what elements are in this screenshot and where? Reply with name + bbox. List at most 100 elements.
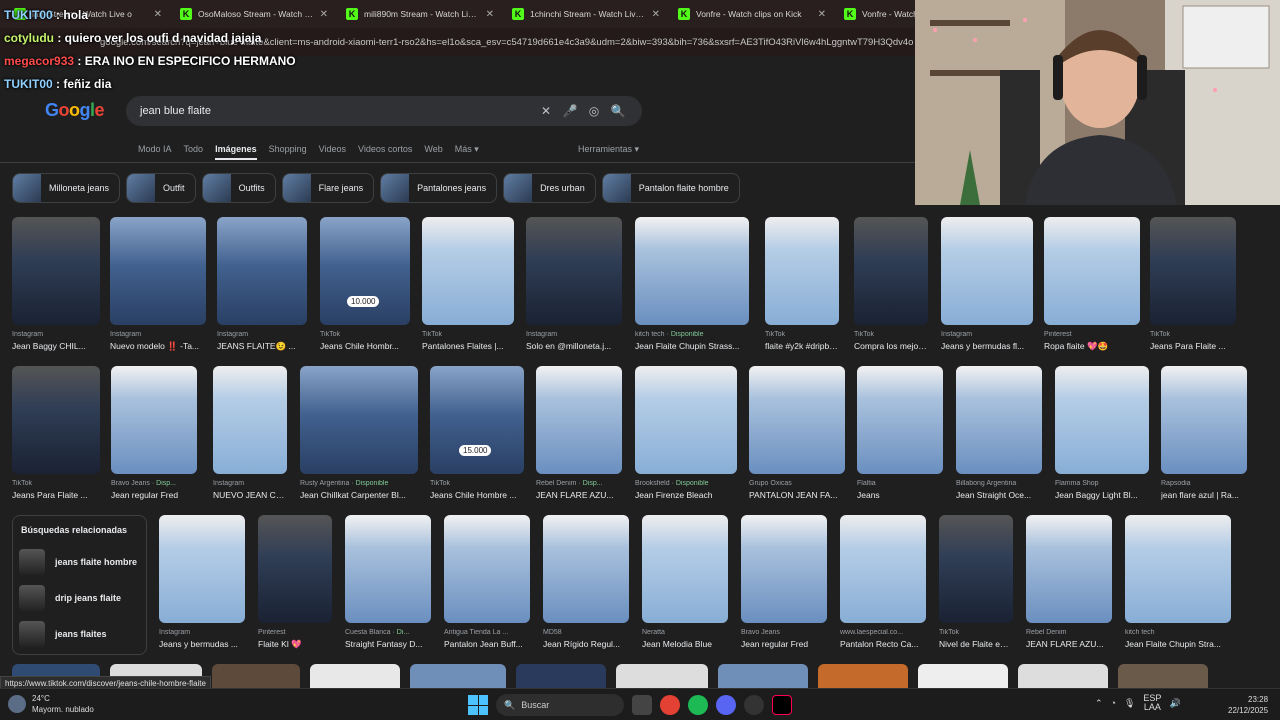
image-result[interactable]: Flaltia Jeans bbox=[857, 366, 943, 506]
image-result[interactable]: Rebel Denim · Disp... JEAN FLARE AZU... bbox=[536, 366, 622, 506]
start-button[interactable] bbox=[468, 695, 488, 715]
result-thumbnail[interactable] bbox=[1161, 366, 1247, 474]
image-result[interactable]: Instagram Solo en @milloneta.j... bbox=[526, 217, 622, 357]
tiktok-icon[interactable] bbox=[772, 695, 792, 715]
result-thumbnail[interactable] bbox=[956, 366, 1042, 474]
close-icon[interactable]: ✕ bbox=[652, 9, 660, 20]
image-result[interactable]: 10.000 TikTok Jeans Chile Hombr... bbox=[320, 217, 410, 357]
result-thumbnail[interactable] bbox=[543, 515, 629, 623]
image-result[interactable]: 15.000 TikTok Jeans Chile Hombre ... bbox=[430, 366, 524, 506]
result-thumbnail[interactable] bbox=[444, 515, 530, 623]
image-result[interactable]: Pinterest Ropa flaite 💖🤩 bbox=[1044, 217, 1140, 357]
image-result[interactable]: Cuesta Blanca · Di... Straight Fantasy D.… bbox=[345, 515, 431, 655]
weather-widget[interactable]: 24°C Mayorm. nublado bbox=[8, 693, 94, 715]
lang-indicator[interactable]: ESP LAA bbox=[1143, 694, 1161, 712]
image-result[interactable]: kitch tech Jean Flaite Chupin Stra... bbox=[1125, 515, 1231, 655]
nav-tab[interactable]: Shopping bbox=[269, 144, 307, 160]
suggestion-chip[interactable]: Flare jeans bbox=[281, 173, 375, 203]
related-search-item[interactable]: drip jeans flaite bbox=[13, 580, 146, 616]
image-result[interactable]: Instagram Jeans y bermudas ... bbox=[159, 515, 245, 655]
image-result[interactable]: Neratta Jean Melodia Blue bbox=[642, 515, 728, 655]
result-thumbnail[interactable] bbox=[213, 366, 287, 474]
tools-button[interactable]: Herramientas ▾ bbox=[578, 144, 639, 155]
mic-tray-icon[interactable]: 🎙 bbox=[1124, 698, 1135, 709]
image-result[interactable]: TikTok flaite #y2k #dripbol... bbox=[765, 217, 839, 357]
result-thumbnail[interactable] bbox=[941, 217, 1033, 325]
result-thumbnail[interactable] bbox=[110, 217, 206, 325]
suggestion-chip[interactable]: Pantalones jeans bbox=[380, 173, 498, 203]
discord-icon[interactable] bbox=[716, 695, 736, 715]
result-thumbnail[interactable] bbox=[320, 217, 410, 325]
result-thumbnail[interactable] bbox=[526, 217, 622, 325]
image-result[interactable]: Grupo Oxicas PANTALON JEAN FA... bbox=[749, 366, 845, 506]
image-result[interactable]: TikTok Jeans Para Flaite ... bbox=[12, 366, 100, 506]
result-thumbnail[interactable] bbox=[642, 515, 728, 623]
image-result[interactable]: TikTok Compra los mejore... bbox=[854, 217, 928, 357]
result-thumbnail[interactable] bbox=[12, 217, 100, 325]
clear-icon[interactable]: ✕ bbox=[536, 104, 556, 118]
mic-icon[interactable]: 🎤 bbox=[560, 104, 580, 118]
result-thumbnail[interactable] bbox=[159, 515, 245, 623]
related-search-item[interactable]: jeans flaites bbox=[13, 616, 146, 652]
result-thumbnail[interactable] bbox=[536, 366, 622, 474]
nav-tab[interactable]: Más ▾ bbox=[455, 144, 479, 160]
lens-icon[interactable]: ◎ bbox=[584, 104, 604, 118]
suggestion-chip[interactable]: Outfits bbox=[201, 173, 276, 203]
image-result[interactable]: Instagram NUEVO JEAN CA... bbox=[213, 366, 287, 506]
related-search-item[interactable]: jeans flaite hombre bbox=[13, 544, 146, 580]
result-thumbnail[interactable] bbox=[1044, 217, 1140, 325]
nav-tab[interactable]: Modo IA bbox=[138, 144, 172, 160]
result-thumbnail[interactable] bbox=[345, 515, 431, 623]
suggestion-chip[interactable]: Dres urban bbox=[503, 173, 596, 203]
clock[interactable]: 23:28 22/12/2025 bbox=[1228, 694, 1268, 716]
nav-tab[interactable]: Videos cortos bbox=[358, 144, 412, 160]
close-icon[interactable]: ✕ bbox=[486, 9, 494, 20]
image-result[interactable]: Billabong Argentina Jean Straight Oce... bbox=[956, 366, 1042, 506]
image-result[interactable]: Bravo Jeans · Disp... Jean regular Fred bbox=[111, 366, 197, 506]
browser-tab[interactable]: K Vonfre - Watch clips on Kick ✕ bbox=[670, 2, 834, 26]
image-result[interactable]: TikTok Jeans Para Flaite ... bbox=[1150, 217, 1236, 357]
browser-tab[interactable]: K 1chinchi Stream - Watch Live o ✕ bbox=[504, 2, 668, 26]
result-thumbnail[interactable] bbox=[840, 515, 926, 623]
spotify-icon[interactable] bbox=[688, 695, 708, 715]
google-logo[interactable]: Google bbox=[45, 100, 105, 121]
image-result[interactable]: Brooksfield · Disponible Jean Firenze Ble… bbox=[635, 366, 737, 506]
result-thumbnail[interactable] bbox=[111, 366, 197, 474]
result-thumbnail[interactable] bbox=[749, 366, 845, 474]
result-thumbnail[interactable] bbox=[300, 366, 418, 474]
result-thumbnail[interactable] bbox=[857, 366, 943, 474]
result-thumbnail[interactable] bbox=[1055, 366, 1149, 474]
image-result[interactable]: Rusty Argentina · Disponible Jean Chillka… bbox=[300, 366, 418, 506]
image-result[interactable]: Bravo Jeans Jean regular Fred bbox=[741, 515, 827, 655]
image-result[interactable]: Instagram Jean Baggy CHIL... bbox=[12, 217, 100, 357]
result-thumbnail[interactable] bbox=[765, 217, 839, 325]
result-thumbnail[interactable] bbox=[635, 217, 749, 325]
image-result[interactable]: Flamma Shop Jean Baggy Light Bl... bbox=[1055, 366, 1149, 506]
search-box[interactable]: jean blue flaite ✕ 🎤 ◎ 🔍 bbox=[126, 96, 642, 126]
image-result[interactable]: www.laespecial.co... Pantalon Recto Ca... bbox=[840, 515, 926, 655]
result-thumbnail[interactable] bbox=[258, 515, 332, 623]
result-thumbnail[interactable] bbox=[939, 515, 1013, 623]
image-result[interactable]: kitch tech · Disponible Jean Flaite Chupi… bbox=[635, 217, 749, 357]
close-icon[interactable]: ✕ bbox=[818, 9, 826, 20]
image-result[interactable]: TikTok Nivel de Flaite en ... bbox=[939, 515, 1013, 655]
suggestion-chip[interactable]: Milloneta jeans bbox=[12, 173, 121, 203]
suggestion-chip[interactable]: Outfit bbox=[126, 173, 196, 203]
result-thumbnail[interactable] bbox=[1026, 515, 1112, 623]
nav-tab[interactable]: Web bbox=[424, 144, 442, 160]
chevron-up-icon[interactable]: ⌃ bbox=[1095, 698, 1103, 709]
chrome-icon[interactable] bbox=[660, 695, 680, 715]
image-result[interactable]: Instagram Nuevo modelo ‼️ -Ta... bbox=[110, 217, 206, 357]
search-query[interactable]: jean blue flaite bbox=[140, 105, 532, 117]
image-result[interactable]: Antigua Tienda La ... Pantalon Jean Buff.… bbox=[444, 515, 530, 655]
image-result[interactable]: Pinterest Flaite Kl 💖 bbox=[258, 515, 332, 655]
wifi-icon[interactable]: ◔ bbox=[1111, 698, 1116, 708]
image-result[interactable]: Instagram Jeans y bermudas fl... bbox=[941, 217, 1033, 357]
result-thumbnail[interactable] bbox=[635, 366, 737, 474]
nav-tab[interactable]: Imágenes bbox=[215, 144, 257, 160]
suggestion-chip[interactable]: Pantalon flaite hombre bbox=[601, 173, 740, 203]
result-thumbnail[interactable] bbox=[217, 217, 307, 325]
image-result[interactable]: MD58 Jean Rígido Regul... bbox=[543, 515, 629, 655]
result-thumbnail[interactable] bbox=[1150, 217, 1236, 325]
task-view-icon[interactable] bbox=[632, 695, 652, 715]
